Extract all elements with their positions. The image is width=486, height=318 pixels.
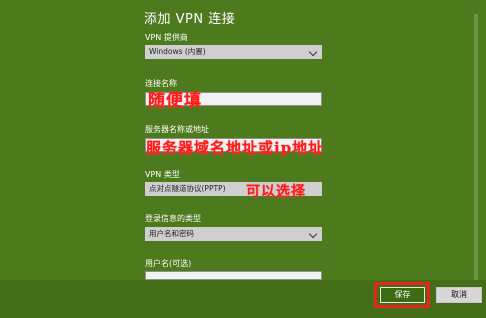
dialog-title: 添加 VPN 连接	[144, 12, 236, 27]
server-label: 服务器名称或地址	[145, 125, 209, 134]
vpn-type-value: 点对点隧道协议(PPTP)	[149, 184, 226, 193]
provider-value: Windows (内置)	[149, 47, 206, 56]
annotation-selectable: 可以选择	[246, 184, 306, 200]
username-label: 用户名(可选)	[145, 259, 192, 268]
provider-select[interactable]: Windows (内置)	[145, 45, 322, 59]
signin-type-value: 用户名和密码	[149, 229, 194, 238]
signin-type-label: 登录信息的类型	[145, 214, 201, 223]
vpn-type-label: VPN 类型	[145, 170, 180, 179]
username-input[interactable]	[145, 271, 322, 280]
cancel-button[interactable]: 取消	[436, 287, 482, 303]
chevron-down-icon	[308, 47, 318, 57]
annotation-random: 随便填	[148, 91, 202, 111]
signin-type-select[interactable]: 用户名和密码	[145, 227, 322, 241]
scrollbar[interactable]	[474, 14, 478, 280]
save-highlight-frame	[374, 282, 430, 308]
provider-label: VPN 提供商	[145, 33, 188, 42]
chevron-down-icon	[308, 229, 318, 239]
annotation-server-hint: 服务器域名地址或ip地址	[146, 139, 325, 157]
